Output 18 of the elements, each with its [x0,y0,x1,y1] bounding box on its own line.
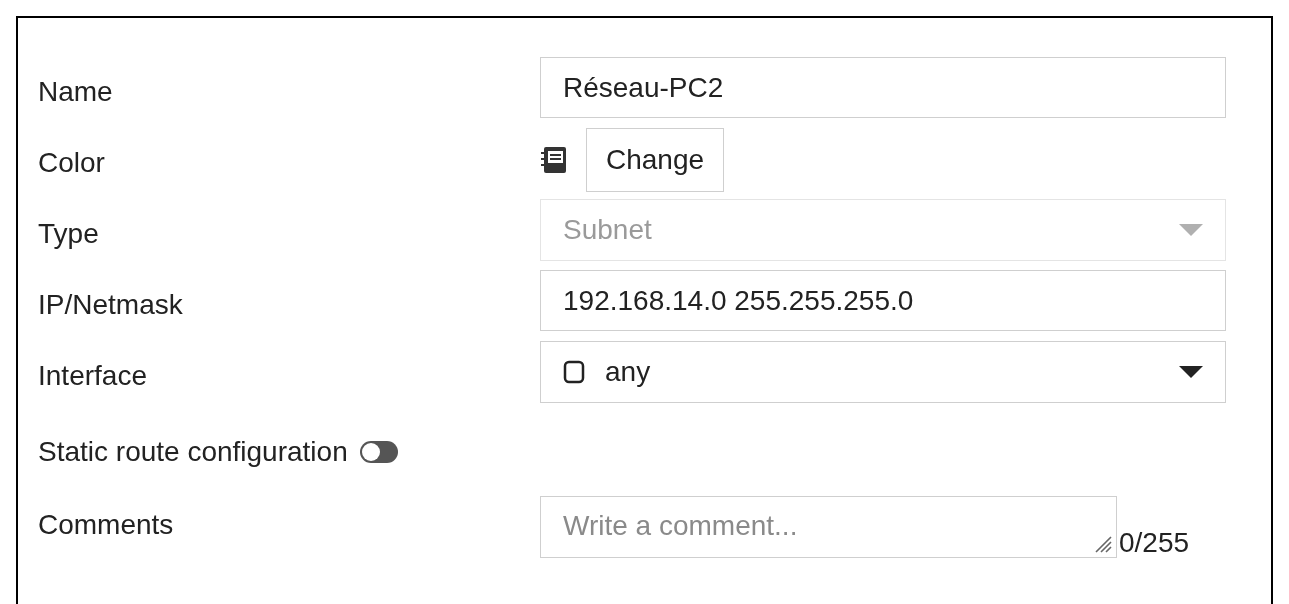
select-field[interactable]: any [540,341,1226,403]
change-button[interactable]: Change [586,128,725,192]
square-icon [563,360,585,384]
field-label: Comments [38,508,175,542]
field-label: Color [38,146,106,180]
caret-icon [1179,366,1203,378]
text-field[interactable]: Réseau-PC2 [540,57,1226,118]
caret-icon [1179,224,1203,236]
character-counter: 0/255 [1119,526,1190,560]
resize-handle-icon[interactable] [1094,535,1112,553]
field-label: Interface [38,359,148,393]
field-label: Type [38,217,100,251]
field-label: IP/Netmask [38,288,184,322]
toggle-switch[interactable] [359,441,398,463]
field-label: Static route configuration [38,435,348,469]
field-label: Name [38,75,114,109]
notebook-icon [540,146,568,174]
text-field[interactable]: 192.168.14.0 255.255.255.0 [540,270,1226,331]
